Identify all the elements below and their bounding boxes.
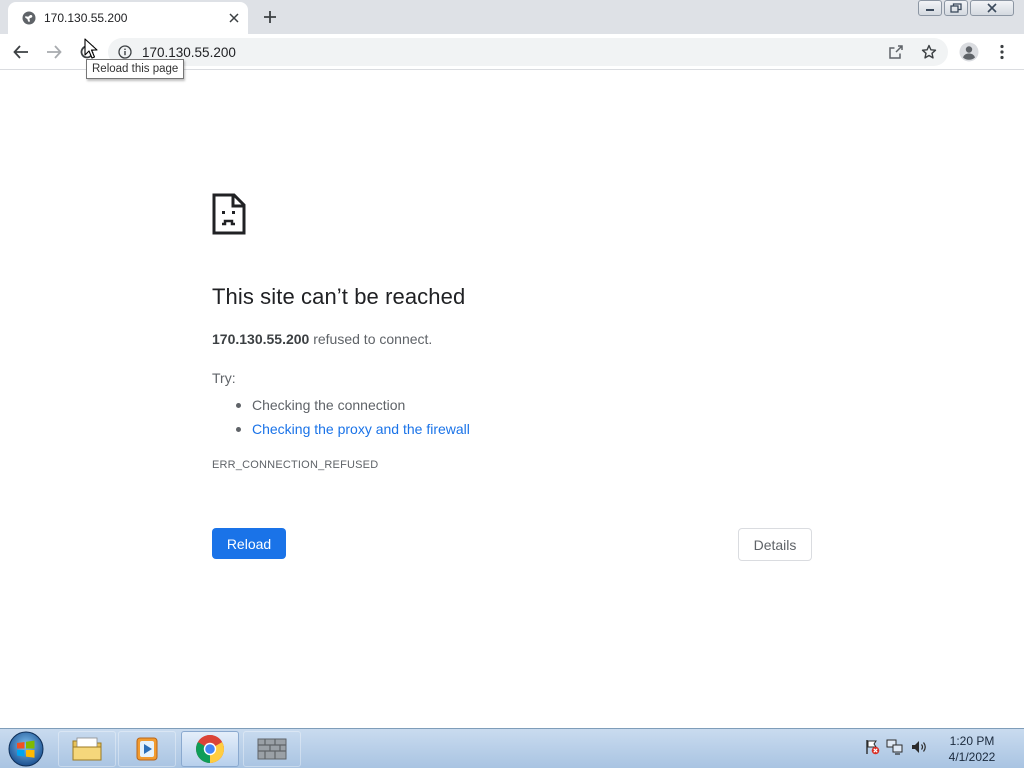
back-button[interactable] <box>6 37 36 67</box>
error-description: 170.130.55.200 refused to connect. <box>212 331 432 347</box>
taskbar-chrome[interactable] <box>181 731 239 767</box>
sad-page-icon <box>212 193 246 235</box>
taskbar-firewall-app[interactable] <box>243 731 301 767</box>
reload-button-page[interactable]: Reload <box>212 528 286 559</box>
tab-strip: 170.130.55.200 <box>0 0 1024 34</box>
kebab-menu-icon <box>1000 44 1004 60</box>
close-icon <box>987 3 997 13</box>
window-close-button[interactable] <box>970 0 1014 16</box>
start-button[interactable] <box>4 730 48 768</box>
window-controls <box>918 0 1014 18</box>
suggestion-check-connection: Checking the connection <box>236 393 470 417</box>
share-icon[interactable] <box>888 44 904 60</box>
file-explorer-icon <box>72 737 102 761</box>
restore-button[interactable] <box>944 0 968 16</box>
profile-icon <box>959 42 979 62</box>
network-icon[interactable] <box>886 739 904 755</box>
windows-taskbar: 1:20 PM 4/1/2022 <box>0 728 1024 768</box>
chrome-menu-button[interactable] <box>987 37 1017 67</box>
browser-tab[interactable]: 170.130.55.200 <box>8 2 248 34</box>
mouse-cursor-icon <box>84 38 98 59</box>
taskbar-media-player[interactable] <box>118 731 176 767</box>
error-page: This site can’t be reached 170.130.55.20… <box>0 71 1024 728</box>
url-text[interactable]: 170.130.55.200 <box>142 45 236 60</box>
error-host: 170.130.55.200 <box>212 331 310 347</box>
error-message: refused to connect. <box>309 331 433 347</box>
info-icon[interactable] <box>118 45 132 59</box>
restore-icon <box>950 3 962 13</box>
address-bar[interactable]: 170.130.55.200 <box>108 38 948 66</box>
error-code: ERR_CONNECTION_REFUSED <box>212 459 379 471</box>
globe-icon <box>22 11 36 25</box>
clock-date: 4/1/2022 <box>948 750 996 764</box>
try-label: Try: <box>212 370 236 386</box>
chrome-icon <box>196 735 224 763</box>
details-button[interactable]: Details <box>738 528 812 561</box>
minimize-icon <box>926 9 934 11</box>
tab-title: 170.130.55.200 <box>44 11 128 25</box>
minimize-button[interactable] <box>918 0 942 16</box>
suggestion-list: Checking the connection Checking the pro… <box>236 393 470 441</box>
profile-button[interactable] <box>954 37 984 67</box>
error-title: This site can’t be reached <box>212 284 466 309</box>
firewall-app-icon <box>257 738 287 760</box>
taskbar-clock[interactable]: 1:20 PM 4/1/2022 <box>936 733 1008 765</box>
system-tray <box>864 739 928 755</box>
action-center-flag-icon[interactable] <box>864 739 880 755</box>
arrow-left-icon <box>13 45 28 59</box>
plus-icon <box>264 11 276 23</box>
new-tab-button[interactable] <box>258 6 282 28</box>
taskbar-file-explorer[interactable] <box>58 731 116 767</box>
close-icon[interactable] <box>224 8 244 28</box>
clock-time: 1:20 PM <box>949 734 995 748</box>
star-icon[interactable] <box>921 44 937 60</box>
forward-button[interactable] <box>39 37 69 67</box>
reload-tooltip: Reload this page <box>86 59 185 79</box>
media-player-icon <box>136 737 158 761</box>
volume-icon[interactable] <box>910 739 928 755</box>
suggestion-check-proxy-link[interactable]: Checking the proxy and the firewall <box>236 417 470 441</box>
arrow-right-icon <box>47 45 62 59</box>
windows-start-icon <box>8 731 44 767</box>
